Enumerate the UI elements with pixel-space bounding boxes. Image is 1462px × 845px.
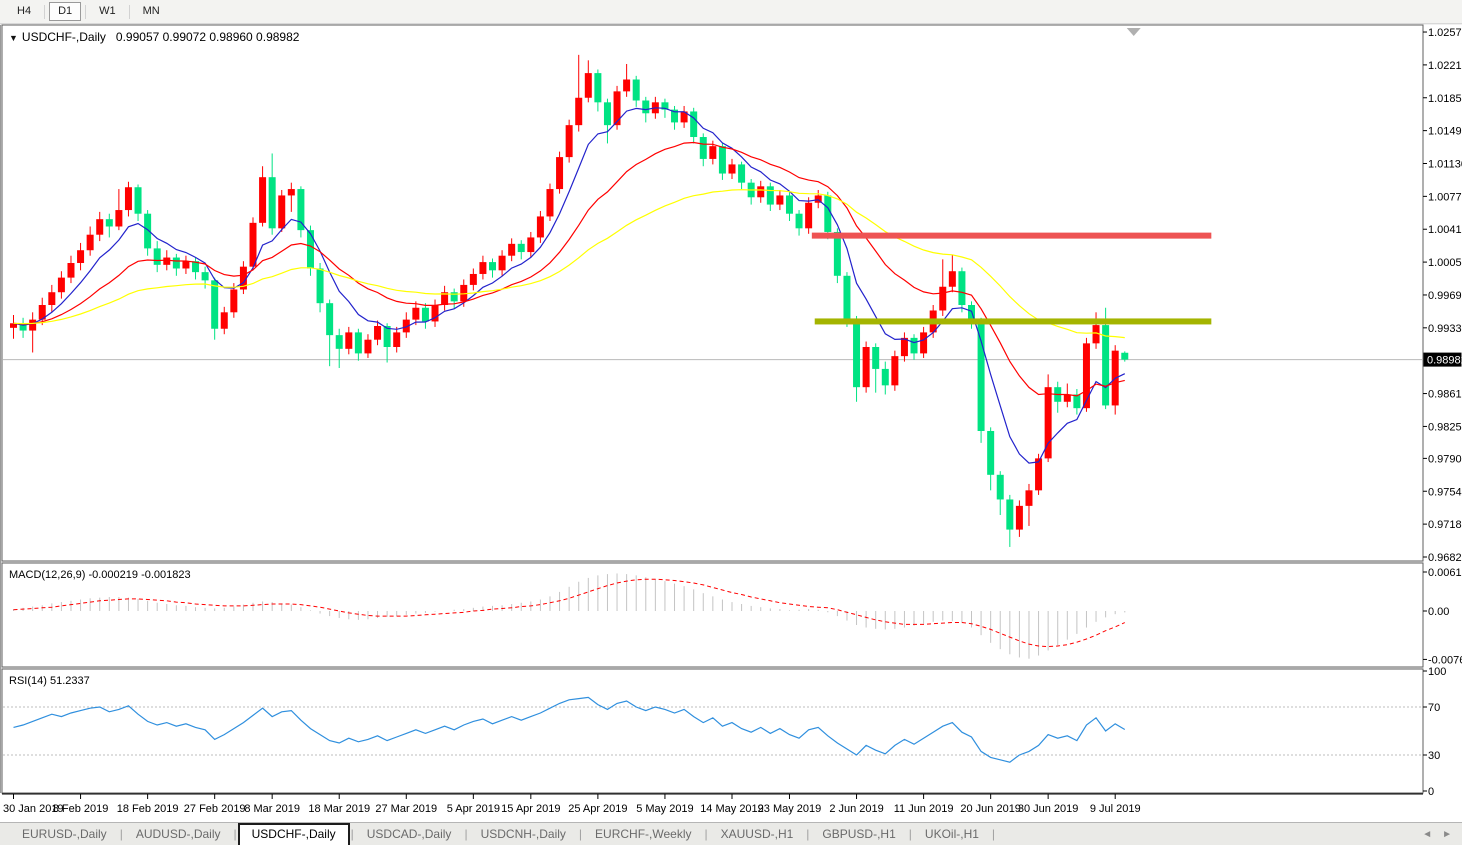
svg-text:18 Mar 2019: 18 Mar 2019 [308,803,370,815]
trading-app-window: H4D1W1MN 1.025701.022101.018501.014901.0… [0,0,1462,845]
svg-text:8 Feb 2019: 8 Feb 2019 [53,803,109,815]
toolbar-separator [128,4,130,19]
svg-text:1.01850: 1.01850 [1428,93,1462,105]
svg-text:2 Jun 2019: 2 Jun 2019 [829,803,883,815]
tab-eurusd-daily[interactable]: EURUSD-,Daily [10,824,119,844]
svg-text:0.99690: 0.99690 [1428,290,1462,302]
svg-text:1.00410: 1.00410 [1428,224,1462,236]
svg-text:0.98250: 0.98250 [1428,421,1462,433]
svg-text:18 Feb 2019: 18 Feb 2019 [117,803,179,815]
tab-separator: | [991,827,996,841]
svg-text:5 Apr 2019: 5 Apr 2019 [447,803,500,815]
svg-text:0.99330: 0.99330 [1428,323,1462,335]
svg-text:0.00613: 0.00613 [1428,567,1462,579]
tab-usdcnh-daily[interactable]: USDCNH-,Daily [469,824,578,844]
tab-scroll-right-icon[interactable]: ► [1442,829,1452,840]
svg-text:0.98610: 0.98610 [1428,389,1462,401]
svg-text:0.98982: 0.98982 [1427,355,1462,367]
svg-text:9 Jul 2019: 9 Jul 2019 [1090,803,1141,815]
svg-text:0.97540: 0.97540 [1428,486,1462,498]
symbol-label: USDCHF-,Daily [21,30,106,44]
svg-text:0.97180: 0.97180 [1428,519,1462,531]
tab-strip: EURUSD-,Daily | AUDUSD-,Daily | USDCHF-,Dail… [0,823,1412,845]
svg-text:14 May 2019: 14 May 2019 [700,803,764,815]
tab-xauusd-h1[interactable]: XAUUSD-,H1 [709,824,806,844]
chart-title: ▼ USDCHF-,Daily 0.99057 0.99072 0.98960 0.… [9,30,299,44]
chart-window: 1.02570 1.02210 1.01850 1.01490 1.01130 1.007… [0,24,1462,822]
svg-text:1.00770: 1.00770 [1428,191,1462,203]
svg-text:1.00050: 1.00050 [1428,257,1462,269]
svg-text:1.01490: 1.01490 [1428,126,1462,138]
svg-text:27 Mar 2019: 27 Mar 2019 [375,803,437,815]
timeframe-button-h4[interactable]: H4 [8,2,40,21]
svg-text:70: 70 [1428,702,1440,714]
support-line [814,318,1212,325]
tab-scroll-left-icon[interactable]: ◄ [1422,829,1432,840]
svg-text:0.96820: 0.96820 [1428,552,1462,564]
tab-gbpusd-h1[interactable]: GBPUSD-,H1 [810,824,907,844]
rsi-label: RSI(14) 51.2337 [9,675,90,687]
svg-text:27 Feb 2019: 27 Feb 2019 [184,803,246,815]
tab-usdchf-daily[interactable]: USDCHF-,Daily [237,823,350,845]
tab-usdcad-daily[interactable]: USDCAD-,Daily [355,824,464,844]
svg-text:23 May 2019: 23 May 2019 [758,803,822,815]
tab-scroll-arrows: ◄ ► [1412,829,1462,840]
svg-text:1.02210: 1.02210 [1428,60,1462,72]
toolbar-separator [44,4,46,19]
timeframe-button-d1[interactable]: D1 [49,2,82,21]
price-chart-canvas[interactable]: 1.02570 1.02210 1.01850 1.01490 1.01130 1.007… [0,24,1462,822]
svg-text:-0.00761: -0.00761 [1428,654,1462,666]
svg-text:8 Mar 2019: 8 Mar 2019 [244,803,300,815]
svg-text:1.01130: 1.01130 [1428,158,1462,170]
svg-text:1.02570: 1.02570 [1428,27,1462,39]
tab-ukoil-h1[interactable]: UKOil-,H1 [913,824,991,844]
resistance-line [811,232,1212,239]
toolbar-separator [85,4,87,19]
current-price-tag: 0.98982 [1423,352,1462,367]
timeframe-button-w1[interactable]: W1 [90,2,125,21]
svg-text:25 Apr 2019: 25 Apr 2019 [568,803,627,815]
svg-text:100: 100 [1428,666,1446,678]
svg-text:0.97900: 0.97900 [1428,453,1462,465]
quote-ohlc: 0.99057 0.99072 0.98960 0.98982 [115,30,300,44]
tab-bar: EURUSD-,Daily | AUDUSD-,Daily | USDCHF-,Dail… [0,822,1462,845]
tab-audusd-daily[interactable]: AUDUSD-,Daily [124,824,233,844]
timeframe-toolbar: H4 D1 W1 MN [0,0,1462,24]
svg-text:0.00: 0.00 [1428,606,1449,618]
svg-text:30 Jun 2019: 30 Jun 2019 [1018,803,1079,815]
macd-label: MACD(12,26,9) -0.000219 -0.001823 [9,569,191,581]
timeframe-button-mn[interactable]: MN [134,2,169,21]
rsi-panel-box [1,668,1424,794]
svg-text:5 May 2019: 5 May 2019 [636,803,693,815]
macd-panel-box [1,562,1424,668]
collapse-indicator-icon[interactable]: ▼ [9,33,18,43]
svg-text:15 Apr 2019: 15 Apr 2019 [501,803,560,815]
tab-eurchf-weekly[interactable]: EURCHF-,Weekly [583,824,703,844]
svg-text:0: 0 [1428,786,1434,798]
svg-text:11 Jun 2019: 11 Jun 2019 [894,803,954,815]
svg-text:20 Jun 2019: 20 Jun 2019 [960,803,1021,815]
svg-text:30: 30 [1428,750,1440,762]
